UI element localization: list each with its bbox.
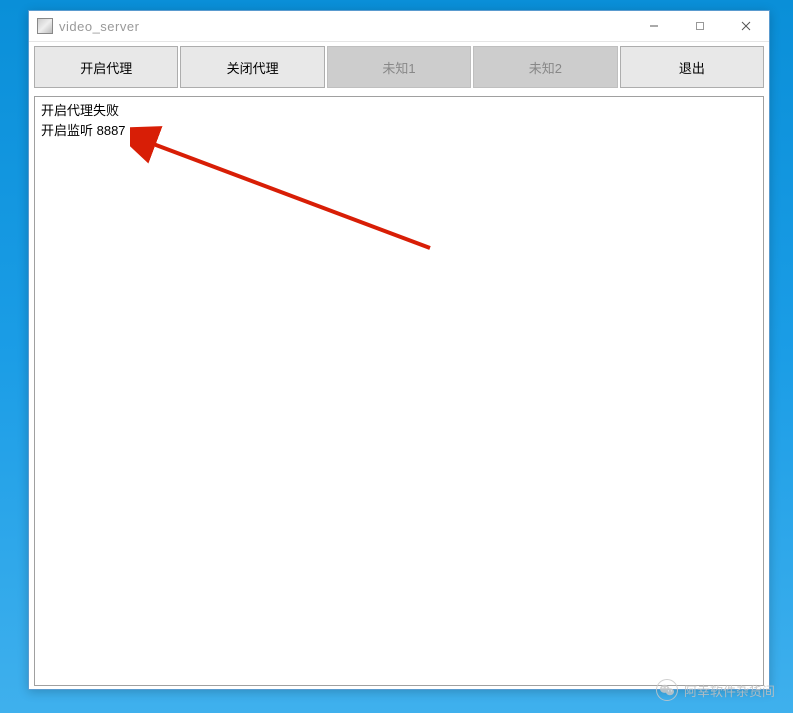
unknown2-button[interactable]: 未知2 [473,46,617,88]
exit-button[interactable]: 退出 [620,46,764,88]
app-icon [37,18,53,34]
window-controls [631,11,769,41]
log-line: 开启代理失败 [41,101,757,121]
close-button[interactable] [723,11,769,41]
watermark-text: 阿幸软件杂货间 [684,681,775,700]
maximize-button[interactable] [677,11,723,41]
close-proxy-button[interactable]: 关闭代理 [180,46,324,88]
log-line: 开启监听 8887 [41,121,757,141]
log-output[interactable]: 开启代理失败 开启监听 8887 [34,96,764,686]
window-title: video_server [59,19,631,34]
wechat-icon [656,679,678,701]
titlebar[interactable]: video_server [29,11,769,41]
minimize-button[interactable] [631,11,677,41]
unknown1-button[interactable]: 未知1 [327,46,471,88]
toolbar: 开启代理 关闭代理 未知1 未知2 退出 [29,41,769,92]
open-proxy-button[interactable]: 开启代理 [34,46,178,88]
app-window: video_server 开启代理 关闭代理 未知1 未知2 退出 开启代理失败… [28,10,770,690]
watermark: 阿幸软件杂货间 [656,679,775,701]
